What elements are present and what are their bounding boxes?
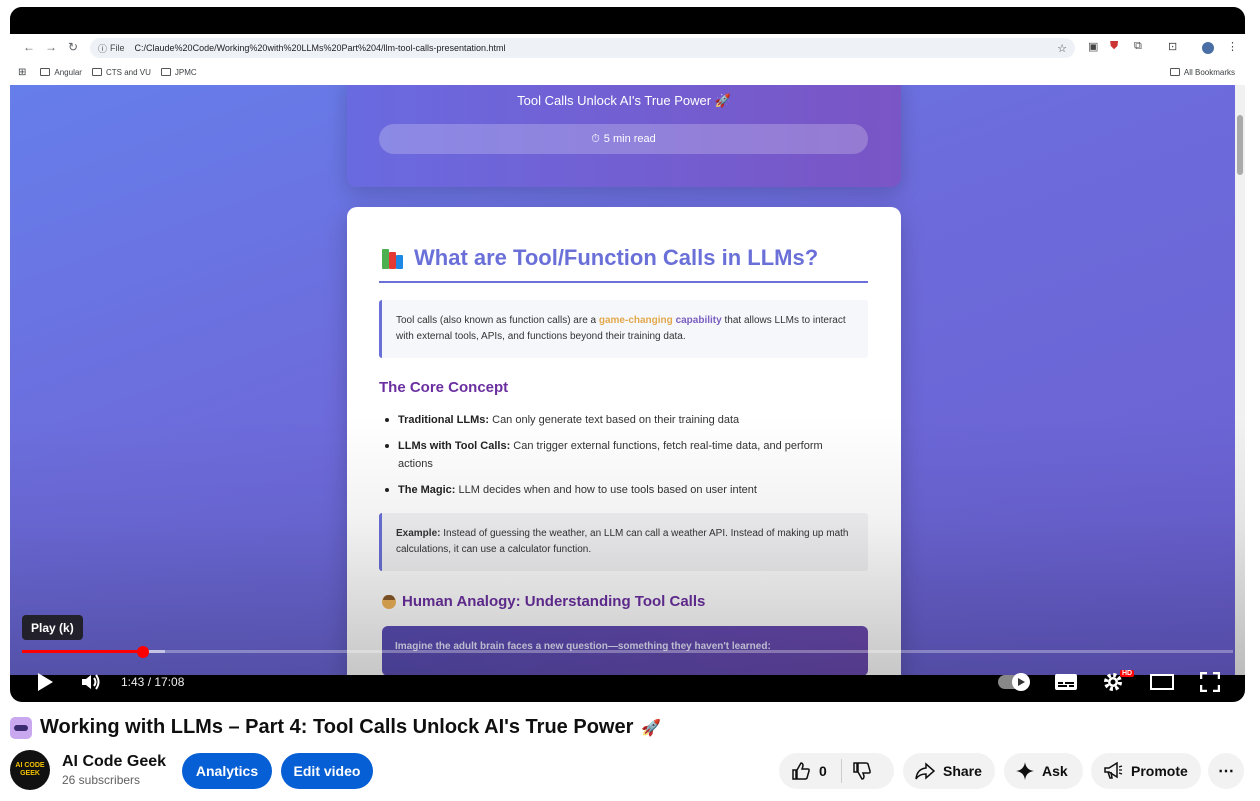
page-scrollbar [1235,85,1245,675]
all-bookmarks: All Bookmarks [1169,68,1235,77]
profile-icon [1202,42,1214,54]
dislike-button[interactable] [852,761,872,781]
address-row: ← → ↻ ⓘ File C:/Claude%20Code/Working%20w… [10,34,1245,60]
hero-card: Tool Calls Unlock AI's True Power 🚀 ⏱ 5 m… [347,85,901,187]
concept-list: Traditional LLMs: Can only generate text… [385,411,855,507]
share-button[interactable]: Share [903,753,995,789]
video-player[interactable]: ← → ↻ ⓘ File C:/Claude%20Code/Working%20w… [10,7,1245,702]
channel-name[interactable]: AI Code Geek [62,753,166,771]
recorded-slide-page: Tool Calls Unlock AI's True Power 🚀 ⏱ 5 m… [10,85,1245,675]
slide-heading: What are Tool/Function Calls in LLMs? [382,245,818,271]
back-icon: ← [23,40,35,54]
folder-icon [1169,68,1180,76]
progress-bar[interactable] [22,650,1233,653]
stopwatch-icon: ⏱ [591,132,600,145]
books-icon [382,247,404,269]
theater-icon [1150,674,1174,690]
edit-video-button[interactable]: Edit video [281,753,373,789]
channel-info: AI CODE GEEK AI Code Geek 26 subscribers [10,750,166,790]
share-icon [915,762,935,780]
like-count: 0 [819,763,827,779]
folder-icon [160,68,171,76]
bookmark-angular: Angular [40,68,82,77]
promote-button[interactable]: Promote [1091,753,1201,789]
folder-icon [40,68,51,76]
site-info: ⓘ File [94,42,129,55]
content-card: What are Tool/Function Calls in LLMs? To… [347,207,901,675]
avatar[interactable]: AI CODE GEEK [10,750,50,790]
settings-button[interactable] [1100,662,1126,702]
puzzle-icon: ⧉ [1134,40,1142,52]
browser-chrome: ← → ↻ ⓘ File C:/Claude%20Code/Working%20w… [10,34,1245,85]
apps-grid-icon: ⊞ [18,66,27,78]
autoplay-toggle[interactable] [998,673,1030,691]
time-display: 1:43 / 17:08 [121,675,185,689]
more-actions-button[interactable]: ⋯ [1208,753,1244,789]
extension-icon: ▣ [1088,41,1099,53]
file-label: File [110,43,125,53]
scrubber-handle[interactable] [137,646,150,658]
person-icon [382,594,396,609]
analogy-heading: Human Analogy: Understanding Tool Calls [382,593,705,610]
shield-icon: ⛊ [1110,40,1119,52]
fullscreen-icon [1200,672,1220,692]
autoplay-knob [1012,673,1030,691]
play-tooltip: Play (k) [22,615,83,640]
sparkle-shape [1016,762,1034,780]
ask-button[interactable]: Ask [1004,753,1083,789]
thumbs-up-icon [792,762,810,780]
megaphone-icon [1103,762,1123,780]
rocket-icon: 🚀 [641,719,662,737]
star-icon: ☆ [1057,42,1067,55]
heading-rule [379,281,868,283]
scrollbar-thumb [1237,115,1243,175]
bookmark-jpmc: JPMC [160,68,197,77]
theater-mode-button[interactable] [1149,662,1175,702]
player-controls: 1:43 / 17:08 HD [10,662,1245,702]
share-arrow [915,762,935,780]
like-button[interactable] [791,761,811,781]
fullscreen-button[interactable] [1197,662,1223,702]
sparkle-icon [1016,762,1034,780]
example-box: Example: Instead of guessing the weather… [379,513,868,571]
volume-icon [82,674,100,690]
subscriber-count: 26 subscribers [62,773,141,787]
hero-title: Tool Calls Unlock AI's True Power 🚀 [517,93,731,108]
video-title: Working with LLMs – Part 4: Tool Calls U… [10,716,661,739]
folder-icon [91,68,102,76]
mute-button[interactable] [78,662,104,702]
info-icon: ⓘ [98,43,108,54]
channel-text: AI Code Geek 26 subscribers [62,753,166,787]
played-bar [22,650,144,653]
reload-icon: ↻ [67,40,79,54]
read-time-pill: ⏱ 5 min read [379,124,868,154]
kebab-icon: ⋮ [1227,41,1238,53]
url-text: C:/Claude%20Code/Working%20with%20LLMs%2… [134,43,506,53]
hd-badge: HD [1120,670,1135,677]
bookmarks-bar: ⊞ Angular CTS and VU JPMC All Bookmarks [10,60,1245,84]
thumbs-down-icon [853,762,871,780]
list-item: The Magic: LLM decides when and how to u… [385,481,855,499]
list-item: LLMs with Tool Calls: Can trigger extern… [385,437,855,473]
like-divider [840,759,842,783]
play-icon [38,673,53,691]
list-item: Traditional LLMs: Can only generate text… [385,411,855,429]
analytics-button[interactable]: Analytics [182,753,272,789]
subtitles-button[interactable] [1053,662,1079,702]
megaphone-shape [1104,762,1123,779]
like-dislike-group: 0 [779,753,894,789]
recorded-browser-window: ← → ↻ ⓘ File C:/Claude%20Code/Working%20w… [10,7,1245,85]
address-bar: ⓘ File C:/Claude%20Code/Working%20with%20… [90,38,1075,58]
captions-icon [1055,674,1077,690]
core-concept-heading: The Core Concept [379,379,509,396]
intro-box: Tool calls (also known as function calls… [379,300,868,358]
bookmark-cts: CTS and VU [91,68,151,77]
robot-icon [10,716,32,739]
play-small-icon [1018,678,1025,686]
play-button[interactable] [32,662,58,702]
forward-icon: → [45,40,57,54]
tab-search-icon: ⊡ [1168,41,1178,53]
